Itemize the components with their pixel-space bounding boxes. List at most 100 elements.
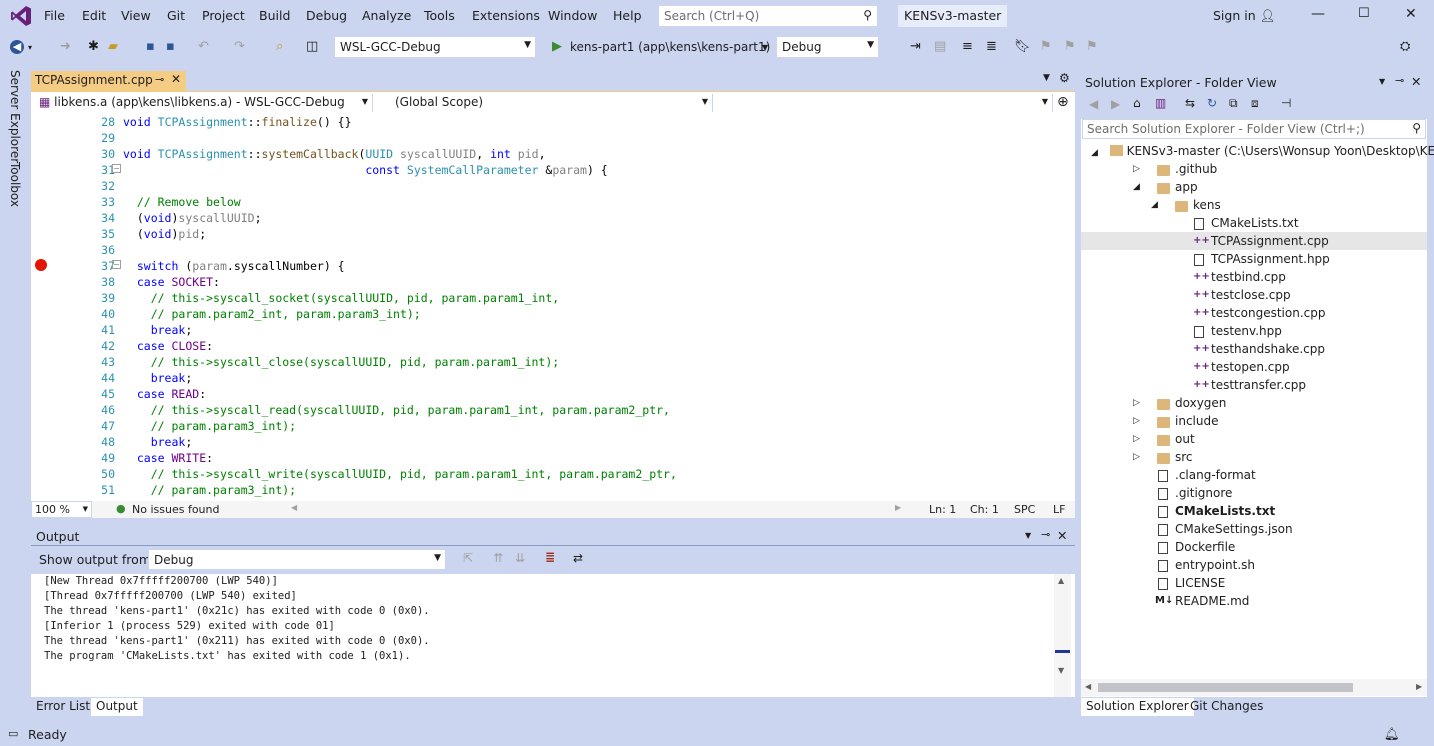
code-line[interactable]: switch (param.syscallNumber) { — [123, 259, 345, 273]
tab-solution-explorer[interactable]: Solution Explorer — [1081, 698, 1194, 716]
home-icon[interactable]: ⌂ — [1133, 96, 1141, 110]
menu-tools[interactable]: Tools — [424, 8, 455, 23]
show-all-files-icon[interactable]: ⧈ — [1251, 96, 1259, 111]
debug-mode-dropdown[interactable]: Debug ▼ — [776, 36, 879, 58]
code-line[interactable]: (void)pid; — [123, 227, 206, 241]
close-window-button[interactable]: ✕ — [1405, 6, 1417, 22]
expand-arrow-icon[interactable]: ▷ — [1133, 164, 1140, 174]
back-icon[interactable]: ◀ — [10, 40, 24, 54]
pin-icon[interactable]: ⊸ — [1395, 74, 1404, 87]
menu-build[interactable]: Build — [259, 8, 290, 23]
code-line[interactable]: void TCPAssignment::finalize() {} — [123, 115, 352, 129]
undo-icon[interactable]: ↶ — [198, 39, 209, 54]
find-in-files-icon[interactable]: ⌕ — [276, 39, 283, 54]
scroll-right-icon[interactable]: ▶ — [1416, 682, 1422, 691]
pin-icon[interactable]: ⊸ — [1041, 528, 1050, 541]
expand-arrow-icon[interactable]: ▷ — [1133, 434, 1140, 444]
menu-file[interactable]: File — [44, 8, 65, 23]
word-wrap-icon[interactable]: ⇄ — [573, 551, 583, 565]
output-scrollbar[interactable]: ▲ ▼ — [1054, 574, 1071, 697]
code-line[interactable]: // this->syscall_write(syscallUUID, pid,… — [123, 467, 677, 481]
expand-arrow-icon[interactable]: ▷ — [1133, 398, 1140, 408]
screenshot-icon[interactable]: ◫ — [306, 39, 318, 54]
save-all-icon[interactable]: ▪ — [166, 39, 175, 54]
tab-output[interactable]: Output — [91, 698, 143, 716]
start-debug-icon[interactable]: ▶ — [552, 39, 562, 54]
output-source-dropdown[interactable]: Debug ▼ — [148, 549, 446, 570]
tab-git-changes[interactable]: Git Changes — [1185, 698, 1268, 716]
next-message-icon[interactable]: ⇊ — [515, 551, 525, 565]
open-folder-icon[interactable]: ▰ — [108, 39, 118, 54]
menu-debug[interactable]: Debug — [306, 8, 347, 23]
member-dropdown[interactable]: ▼ — [713, 94, 1053, 112]
tree-root[interactable]: ◢ KENSv3-master (C:\Users\Wonsup Yoon\De… — [1091, 144, 1434, 158]
output-text[interactable]: [New Thread 0x7fffff200700 (LWP 540)] [T… — [31, 574, 1053, 697]
scroll-left-icon[interactable]: ◀ — [1085, 682, 1091, 691]
code-line[interactable]: // param.param3_int); — [123, 419, 296, 433]
line-indicator[interactable]: Ln: 1 — [929, 503, 956, 516]
solution-search-input[interactable]: Search Solution Explorer - Folder View (… — [1082, 119, 1426, 139]
code-line[interactable]: const SystemCallParameter &param) { — [123, 163, 607, 177]
expand-arrow-icon[interactable]: ▷ — [1133, 416, 1140, 426]
close-icon[interactable]: ✕ — [1057, 528, 1067, 543]
code-line[interactable]: case CLOSE: — [123, 339, 213, 353]
pin-icon[interactable]: ⊸ — [155, 73, 164, 86]
toolbox-tab[interactable]: Toolbox — [8, 162, 22, 207]
tab-tcpassignment-cpp[interactable]: TCPAssignment.cpp ⊸ ✕ — [31, 71, 186, 91]
clear-all-icon[interactable]: ≣ — [545, 550, 555, 564]
code-line[interactable]: (void)syscallUUID; — [123, 211, 262, 225]
scroll-down-icon[interactable]: ▼ — [1058, 666, 1064, 675]
notifications-icon[interactable]: 🔔︎ — [1384, 726, 1400, 742]
tab-error-list[interactable]: Error List — [31, 698, 95, 716]
minimize-button[interactable]: — — [1311, 6, 1325, 22]
scroll-left-icon[interactable]: ◀ — [291, 503, 297, 512]
search-input[interactable]: Search (Ctrl+Q) ⚲ — [658, 5, 878, 27]
live-share-icon[interactable]: ⛭ — [1400, 39, 1410, 54]
step-over-icon[interactable]: ▤ — [934, 39, 946, 54]
close-icon[interactable]: ✕ — [1411, 74, 1421, 89]
forward-icon[interactable]: ➜ — [60, 39, 71, 54]
comment-icon[interactable]: ≡ — [962, 39, 973, 54]
properties-icon[interactable]: ⊣ — [1281, 96, 1291, 110]
collapse-arrow-icon[interactable]: ◢ — [1133, 182, 1140, 192]
menu-extensions[interactable]: Extensions — [472, 8, 540, 23]
code-line[interactable]: case READ: — [123, 387, 206, 401]
code-line[interactable]: break; — [123, 323, 193, 337]
back-dropdown-icon[interactable]: ▾ — [28, 43, 32, 52]
new-project-icon[interactable]: ✱ — [88, 39, 99, 54]
code-line[interactable]: void TCPAssignment::systemCallback(UUID … — [123, 147, 546, 161]
scroll-up-icon[interactable]: ▲ — [1058, 576, 1064, 585]
back-icon[interactable]: ◀ — [1089, 97, 1098, 111]
code-line[interactable]: case WRITE: — [123, 451, 213, 465]
project-dropdown[interactable]: ▦ libkens.a (app\kens\libkens.a) - WSL-G… — [35, 94, 373, 112]
configuration-dropdown[interactable]: WSL-GCC-Debug ▼ — [334, 36, 536, 58]
zoom-dropdown[interactable]: 100 % ▼ — [31, 501, 92, 518]
prev-message-icon[interactable]: ⇈ — [493, 551, 503, 565]
menu-git[interactable]: Git — [167, 8, 185, 23]
whitespace-indicator[interactable]: SPC — [1014, 503, 1035, 516]
issues-status[interactable]: No issues found — [132, 503, 219, 516]
save-icon[interactable]: ▪ — [146, 39, 155, 54]
line-ending-indicator[interactable]: LF — [1053, 503, 1065, 516]
collapse-icon[interactable]: − — [112, 164, 121, 173]
goto-location-icon[interactable]: ⇱ — [463, 551, 473, 565]
column-indicator[interactable]: Ch: 1 — [970, 503, 999, 516]
panel-dropdown-icon[interactable]: ▼ — [1025, 531, 1031, 540]
bookmark-icon[interactable]: 🔖︎ — [1014, 39, 1031, 54]
code-line[interactable]: break; — [123, 371, 193, 385]
code-line[interactable]: // Remove below — [123, 195, 241, 209]
prev-bookmark-icon[interactable]: ⚑ — [1040, 39, 1052, 54]
panel-dropdown-icon[interactable]: ▼ — [1379, 77, 1385, 86]
refresh-icon[interactable]: ↻ — [1207, 96, 1217, 110]
solution-explorer-hscroll[interactable]: ◀ ▶ — [1081, 679, 1427, 696]
split-editor-icon[interactable]: ⊕ — [1057, 94, 1069, 110]
run-target-label[interactable]: kens-part1 (app\kens\kens-part1) — [570, 40, 770, 54]
code-line[interactable]: // param.param2_int, param.param3_int); — [123, 307, 421, 321]
maximize-button[interactable]: ☐ — [1358, 6, 1370, 21]
collapse-all-icon[interactable]: ⧉ — [1229, 96, 1238, 111]
tab-list-dropdown-icon[interactable]: ▼ — [1043, 73, 1050, 83]
menu-project[interactable]: Project — [202, 8, 245, 23]
redo-icon[interactable]: ↷ — [234, 39, 245, 54]
collapse-arrow-icon[interactable]: ◢ — [1151, 200, 1158, 210]
collapse-icon[interactable]: − — [112, 260, 121, 269]
